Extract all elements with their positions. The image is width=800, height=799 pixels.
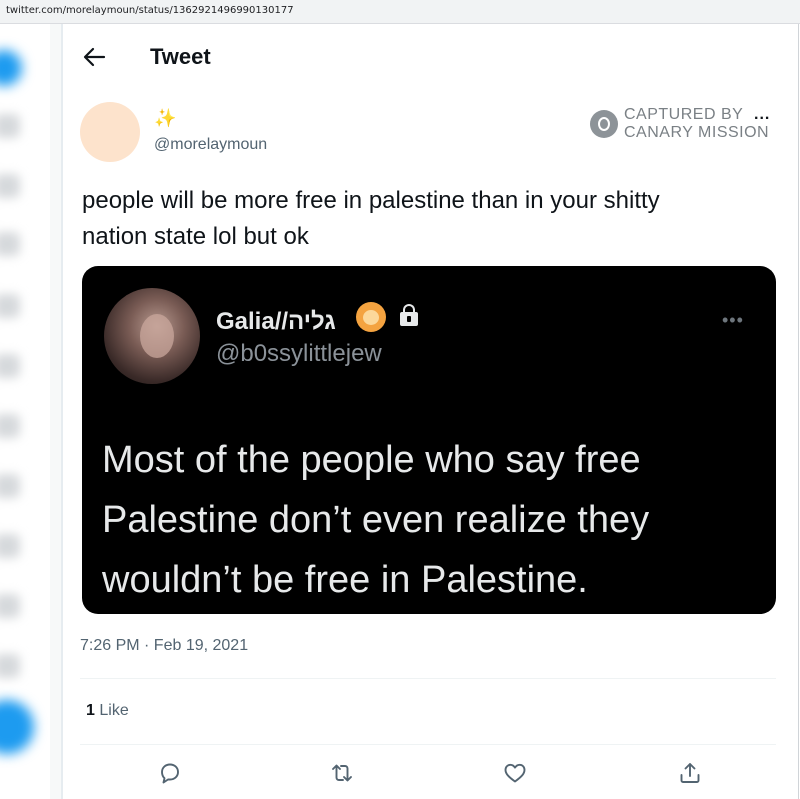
embedded-text-line: Palestine don’t even realize they bbox=[102, 499, 650, 541]
embedded-tweet-text: Most of the people who say free Palestin… bbox=[102, 430, 762, 610]
nav-extra-icon bbox=[0, 594, 20, 618]
nav-notifications-icon bbox=[0, 232, 20, 256]
canary-logo-icon bbox=[590, 110, 618, 138]
lock-icon bbox=[400, 304, 418, 326]
tweet-timestamp[interactable]: 7:26 PM · Feb 19, 2021 bbox=[80, 637, 248, 655]
twitter-logo-icon bbox=[0, 50, 22, 86]
url-text: twitter.com/morelaymoun/status/136292149… bbox=[6, 5, 294, 16]
author-handle[interactable]: @morelaymoun bbox=[154, 136, 267, 154]
nav-extra2-icon bbox=[0, 654, 20, 678]
divider bbox=[80, 744, 776, 745]
tweet-text: people will be more free in palestine th… bbox=[82, 183, 782, 255]
more-options-icon[interactable]: ... bbox=[754, 106, 770, 124]
likes-count-link[interactable]: 1 Like bbox=[86, 702, 129, 720]
column-divider bbox=[62, 24, 63, 799]
canary-mission-watermark: CAPTURED BY CANARY MISSION bbox=[590, 106, 770, 142]
nav-home-icon bbox=[0, 114, 20, 138]
nav-lists-icon bbox=[0, 414, 20, 438]
nav-bookmarks-icon bbox=[0, 354, 20, 378]
tweet-text-line: people will be more free in palestine th… bbox=[82, 187, 660, 214]
share-icon[interactable] bbox=[677, 760, 703, 786]
tweet-attached-image[interactable]: Galia//גליה @b0ssylittlejew ••• Most of … bbox=[82, 266, 776, 614]
divider bbox=[80, 678, 776, 679]
embedded-display-name: Galia//גליה bbox=[216, 308, 336, 335]
reply-icon[interactable] bbox=[157, 760, 183, 786]
sidebar-scrollbar[interactable] bbox=[50, 24, 62, 799]
blurred-sidebar bbox=[0, 24, 52, 799]
nav-profile-icon bbox=[0, 474, 20, 498]
nav-explore-icon bbox=[0, 174, 20, 198]
author-avatar[interactable] bbox=[80, 102, 140, 162]
embedded-text-line: wouldn’t be free in Palestine. bbox=[102, 559, 588, 601]
embedded-avatar bbox=[104, 288, 200, 384]
nav-messages-icon bbox=[0, 294, 20, 318]
like-count: 1 bbox=[86, 702, 95, 719]
heart-icon[interactable] bbox=[502, 760, 528, 786]
compose-tweet-button[interactable] bbox=[0, 700, 34, 754]
lion-emoji-icon bbox=[356, 302, 386, 332]
column-divider-right bbox=[798, 24, 799, 799]
back-arrow-icon[interactable] bbox=[82, 46, 106, 68]
nav-more-icon bbox=[0, 534, 20, 558]
watermark-text: CAPTURED BY CANARY MISSION bbox=[624, 106, 769, 142]
embedded-text-line: Most of the people who say free bbox=[102, 439, 641, 481]
tweet-text-line: nation state lol but ok bbox=[82, 223, 309, 250]
author-display-name[interactable]: ✨ bbox=[154, 108, 176, 129]
retweet-icon[interactable] bbox=[329, 760, 355, 786]
like-label: Like bbox=[99, 702, 129, 719]
watermark-line2: CANARY MISSION bbox=[624, 124, 770, 141]
browser-url-bar[interactable]: twitter.com/morelaymoun/status/136292149… bbox=[0, 0, 800, 24]
watermark-line1: CAPTURED BY bbox=[624, 106, 744, 123]
page-title: Tweet bbox=[150, 44, 211, 69]
embedded-handle: @b0ssylittlejew bbox=[216, 340, 382, 367]
embedded-more-icon: ••• bbox=[722, 310, 744, 330]
